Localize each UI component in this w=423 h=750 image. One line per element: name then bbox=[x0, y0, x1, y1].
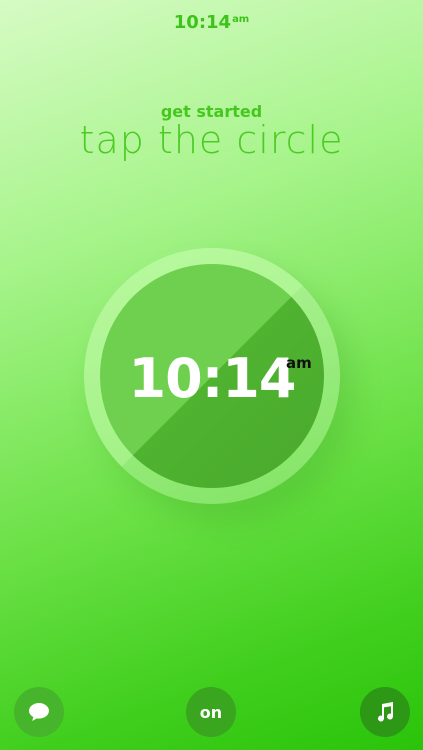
alarm-toggle-button[interactable]: on bbox=[186, 687, 236, 737]
page-title: tap the circle bbox=[79, 118, 344, 162]
music-note-icon bbox=[378, 702, 394, 722]
music-button[interactable] bbox=[360, 687, 410, 737]
alarm-toggle-label: on bbox=[199, 702, 223, 722]
status-time-value: 10:14 bbox=[173, 12, 232, 33]
dial-ampm: am bbox=[286, 354, 312, 372]
status-time-ampm: am bbox=[232, 14, 250, 25]
status-bar-time: 10:14am bbox=[0, 12, 423, 33]
chat-button[interactable] bbox=[14, 687, 64, 737]
speech-bubble-icon bbox=[29, 703, 49, 721]
tap-circle[interactable]: 10:14 am bbox=[84, 248, 340, 504]
dial-face[interactable]: 10:14 am bbox=[100, 264, 324, 488]
